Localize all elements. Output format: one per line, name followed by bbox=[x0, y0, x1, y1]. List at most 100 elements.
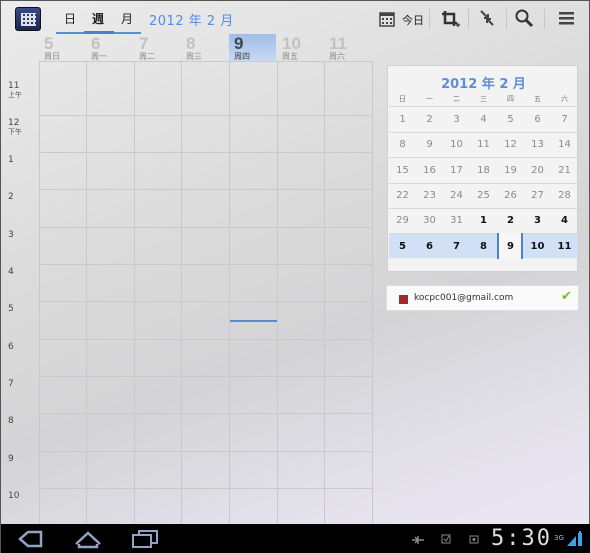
refresh-sync-icon[interactable] bbox=[477, 7, 501, 29]
divider bbox=[506, 9, 507, 29]
mini-day[interactable]: 10 bbox=[524, 234, 551, 259]
status-clock[interactable]: 5:30 bbox=[491, 526, 552, 551]
hour-label: 6 bbox=[8, 342, 14, 352]
tab-week[interactable]: 週 bbox=[84, 10, 112, 27]
mini-day[interactable]: 18 bbox=[470, 158, 497, 183]
mini-day[interactable]: 30 bbox=[416, 208, 443, 233]
mini-day[interactable]: 16 bbox=[416, 158, 443, 183]
hour-divider bbox=[39, 413, 372, 414]
mini-day[interactable]: 29 bbox=[389, 208, 416, 233]
hour-divider bbox=[39, 61, 372, 62]
notification-icon[interactable] bbox=[441, 534, 451, 547]
month-title[interactable]: 2012 年 2 月 bbox=[149, 10, 234, 29]
hour-divider bbox=[39, 152, 372, 153]
column-divider bbox=[324, 61, 325, 524]
mini-day[interactable]: 6 bbox=[524, 107, 551, 132]
mini-day[interactable]: 8 bbox=[470, 234, 497, 259]
mini-day[interactable]: 9 bbox=[416, 132, 443, 157]
mini-day[interactable]: 31 bbox=[443, 208, 470, 233]
hour-divider bbox=[39, 301, 372, 302]
account-email: kocpc001@gmail.com bbox=[414, 293, 514, 303]
hour-label: 11 上午 bbox=[8, 81, 22, 100]
tab-day[interactable]: 日 bbox=[56, 10, 84, 27]
mini-day[interactable]: 4 bbox=[470, 107, 497, 132]
mini-day[interactable]: 13 bbox=[524, 132, 551, 157]
mini-day[interactable]: 4 bbox=[551, 208, 578, 233]
calendar-app: 日 週 月 2012 年 2 月 今日 5 周日 6 周一 7 周二 8 周三 … bbox=[1, 1, 590, 553]
mini-day[interactable]: 25 bbox=[470, 183, 497, 208]
mini-day[interactable]: 8 bbox=[389, 132, 416, 157]
signal-battery-icon bbox=[566, 530, 584, 551]
hour-divider bbox=[39, 115, 372, 116]
today-button-label[interactable]: 今日 bbox=[402, 12, 424, 28]
mini-day[interactable]: 6 bbox=[416, 234, 443, 259]
mini-day[interactable]: 3 bbox=[443, 107, 470, 132]
hour-divider bbox=[39, 376, 372, 377]
hour-label: 7 bbox=[8, 379, 14, 389]
weekday-label: 四 bbox=[507, 95, 514, 103]
mini-day[interactable]: 14 bbox=[551, 132, 578, 157]
mini-day[interactable]: 21 bbox=[551, 158, 578, 183]
mini-day[interactable]: 2 bbox=[416, 107, 443, 132]
mini-month-calendar[interactable]: 2012 年 2 月 日 一 二 三 四 五 六 1 2 3 4 5 6 7 8… bbox=[387, 65, 578, 272]
column-divider bbox=[134, 61, 135, 524]
hour-label: 9 bbox=[8, 454, 14, 464]
tab-month[interactable]: 月 bbox=[113, 10, 141, 27]
mini-day[interactable]: 24 bbox=[443, 183, 470, 208]
mini-day[interactable]: 19 bbox=[497, 158, 524, 183]
calendar-color-swatch bbox=[399, 295, 408, 304]
mini-day[interactable]: 20 bbox=[524, 158, 551, 183]
mini-day[interactable]: 7 bbox=[551, 107, 578, 132]
home-button-icon[interactable] bbox=[73, 529, 103, 553]
day-header-wed[interactable]: 8 周三 bbox=[181, 34, 228, 61]
mini-day[interactable]: 15 bbox=[389, 158, 416, 183]
recent-apps-icon[interactable] bbox=[131, 529, 159, 553]
day-header-tue[interactable]: 7 周二 bbox=[134, 34, 181, 61]
mini-day[interactable]: 22 bbox=[389, 183, 416, 208]
mini-day[interactable]: 26 bbox=[497, 183, 524, 208]
back-button-icon[interactable] bbox=[17, 529, 43, 553]
day-header-sun[interactable]: 5 周日 bbox=[39, 34, 86, 61]
today-calendar-icon[interactable] bbox=[377, 7, 401, 29]
mini-day[interactable]: 27 bbox=[524, 183, 551, 208]
overflow-menu-icon[interactable] bbox=[558, 7, 582, 29]
week-grid[interactable]: 11 上午 12 下午 1 2 3 4 5 6 7 8 9 10 bbox=[1, 61, 373, 524]
divider bbox=[544, 9, 545, 29]
mini-day[interactable]: 11 bbox=[551, 234, 578, 259]
mini-day[interactable]: 17 bbox=[443, 158, 470, 183]
visible-check-icon[interactable]: ✔ bbox=[561, 289, 572, 304]
search-icon[interactable] bbox=[514, 7, 538, 29]
mini-day[interactable]: 2 bbox=[497, 208, 524, 233]
mini-day[interactable]: 1 bbox=[470, 208, 497, 233]
calendar-app-icon[interactable] bbox=[15, 7, 41, 31]
screenshot-icon[interactable] bbox=[469, 534, 479, 547]
hour-divider bbox=[39, 451, 372, 452]
hour-label: 3 bbox=[8, 230, 14, 240]
day-header-fri[interactable]: 10 周五 bbox=[277, 34, 324, 61]
mini-day[interactable]: 5 bbox=[497, 107, 524, 132]
mini-day-today[interactable]: 9 bbox=[497, 234, 524, 259]
mini-day[interactable]: 28 bbox=[551, 183, 578, 208]
hour-divider bbox=[39, 339, 372, 340]
day-header-mon[interactable]: 6 周一 bbox=[86, 34, 133, 61]
weekday-label: 一 bbox=[426, 95, 433, 103]
mini-day[interactable]: 7 bbox=[443, 234, 470, 259]
mini-day[interactable]: 3 bbox=[524, 208, 551, 233]
column-divider bbox=[39, 61, 40, 524]
new-event-icon[interactable] bbox=[441, 7, 465, 29]
calendar-account-row[interactable]: kocpc001@gmail.com ✔ bbox=[386, 285, 579, 311]
column-divider bbox=[86, 61, 87, 524]
mini-day[interactable]: 11 bbox=[470, 132, 497, 157]
hour-label: 5 bbox=[8, 304, 14, 314]
system-bar: 5:30 3G bbox=[1, 524, 590, 553]
weekday-label: 三 bbox=[480, 95, 487, 103]
day-header-sat[interactable]: 11 周六 bbox=[324, 34, 371, 61]
mini-day[interactable]: 23 bbox=[416, 183, 443, 208]
column-divider bbox=[372, 61, 373, 524]
mini-day[interactable]: 12 bbox=[497, 132, 524, 157]
mini-day[interactable]: 10 bbox=[443, 132, 470, 157]
mini-day[interactable]: 1 bbox=[389, 107, 416, 132]
day-header-thu-today[interactable]: 9 周四 bbox=[229, 34, 276, 61]
network-type: 3G bbox=[554, 534, 564, 542]
mini-day[interactable]: 5 bbox=[389, 234, 416, 259]
